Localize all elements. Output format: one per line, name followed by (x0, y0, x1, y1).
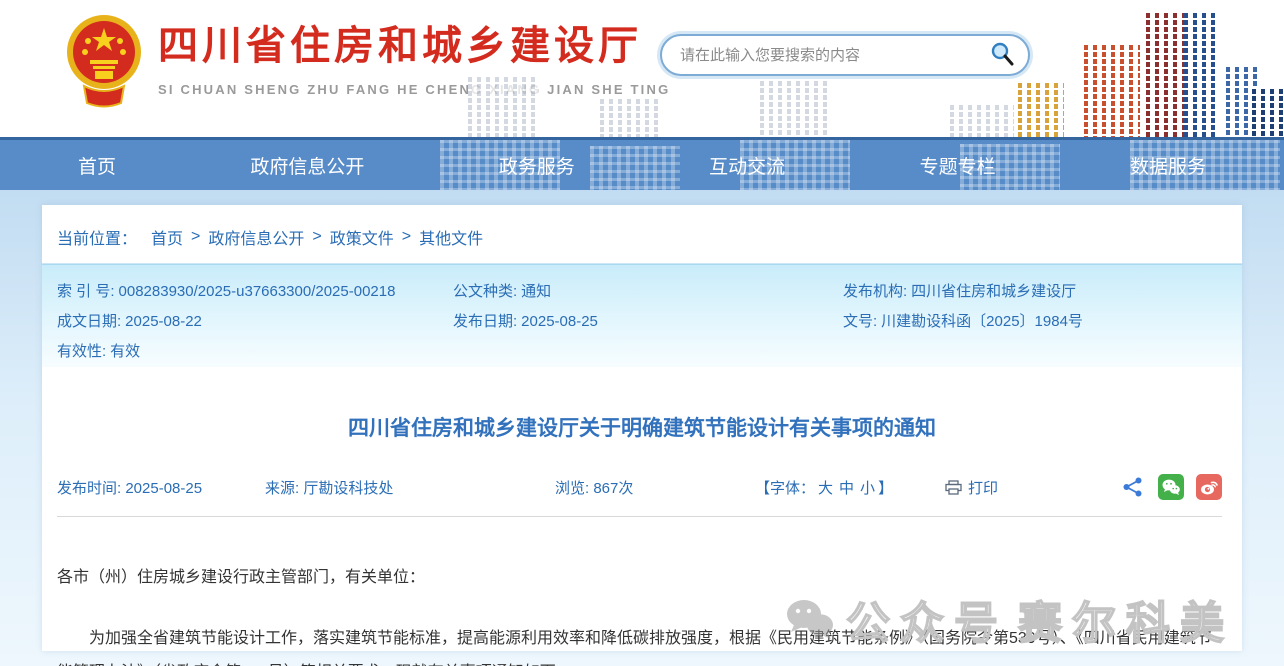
font-size-small[interactable]: 小 (860, 480, 875, 497)
breadcrumb: 当前位置： 首页 > 政府信息公开 > 政策文件 > 其他文件 (42, 205, 1242, 264)
building-graphic (760, 79, 832, 137)
font-size-large[interactable]: 大 (818, 480, 833, 497)
breadcrumb-separator: > (191, 228, 200, 246)
wechat-icon (1161, 478, 1181, 496)
view-count: 浏览: 867次 (555, 477, 755, 498)
search-box (660, 34, 1030, 76)
building-graphic (1084, 43, 1140, 137)
weibo-icon (1199, 478, 1219, 496)
magnifier-icon (989, 41, 1015, 67)
nav-item-interaction[interactable]: 互动交流 (709, 152, 785, 179)
page: 四川省住房和城乡建设厅 SI CHUAN SHENG ZHU FANG HE C… (0, 0, 1284, 666)
document-info-table: 索 引 号:008283930/2025-u37663300/2025-0021… (42, 264, 1242, 367)
site-title-block: 四川省住房和城乡建设厅 SI CHUAN SHENG ZHU FANG HE C… (158, 22, 670, 97)
site-header: 四川省住房和城乡建设厅 SI CHUAN SHENG ZHU FANG HE C… (0, 0, 1284, 137)
breadcrumb-item-policy-docs[interactable]: 政策文件 (330, 225, 394, 249)
article-paragraph: 为加强全省建筑节能设计工作，落实建筑节能标准，提高能源利用效率和降低碳排放强度，… (57, 622, 1224, 666)
article-title: 四川省住房和城乡建设厅关于明确建筑节能设计有关事项的通知 (42, 412, 1242, 442)
print-label: 打印 (968, 477, 998, 498)
building-graphic (1252, 87, 1284, 137)
article-body: 各市（州）住房城乡建设行政主管部门，有关单位： 为加强全省建筑节能设计工作，落实… (42, 561, 1242, 666)
doc-date-written: 成文日期:2025-08-22 (57, 310, 453, 331)
breadcrumb-item-other-docs[interactable]: 其他文件 (419, 225, 483, 249)
publish-time: 发布时间: 2025-08-25 (57, 477, 265, 498)
building-graphic (950, 103, 1014, 137)
breadcrumb-item-home[interactable]: 首页 (151, 225, 183, 249)
building-graphic (590, 146, 680, 190)
main-nav: 首页 政府信息公开 政务服务 互动交流 专题专栏 数据服务 (0, 137, 1284, 190)
national-emblem-logo (64, 8, 144, 108)
site-subtitle: SI CHUAN SHENG ZHU FANG HE CHENG XIANG J… (158, 82, 670, 97)
building-graphic (600, 97, 660, 137)
nav-item-data-services[interactable]: 数据服务 (1130, 152, 1206, 179)
breadcrumb-separator: > (402, 228, 411, 246)
doc-publisher: 发布机构:四川省住房和城乡建设厅 (843, 280, 1227, 301)
breadcrumb-separator: > (312, 228, 321, 246)
site-title: 四川省住房和城乡建设厅 (158, 22, 670, 70)
doc-date-published: 发布日期:2025-08-25 (453, 310, 843, 331)
share-nodes-button[interactable] (1120, 474, 1146, 500)
share-bar (1120, 474, 1222, 500)
building-graphic (1184, 11, 1220, 137)
doc-type: 公文种类:通知 (453, 280, 843, 301)
printer-icon (945, 480, 962, 495)
doc-validity: 有效性:有效 (57, 340, 453, 361)
article-source: 来源: 厅勘设科技处 (265, 477, 555, 498)
nav-item-services[interactable]: 政务服务 (499, 152, 575, 179)
breadcrumb-item-gov-info[interactable]: 政府信息公开 (208, 225, 304, 249)
search-button[interactable] (988, 41, 1016, 69)
font-size-control: 【字体：大中小】 (755, 477, 945, 498)
weibo-share-button[interactable] (1196, 474, 1222, 500)
article-salutation: 各市（州）住房城乡建设行政主管部门，有关单位： (57, 561, 1224, 595)
share-nodes-icon (1122, 476, 1144, 498)
building-graphic (1018, 81, 1064, 137)
search-input[interactable] (680, 47, 988, 64)
font-size-medium[interactable]: 中 (839, 480, 854, 497)
content-panel: 当前位置： 首页 > 政府信息公开 > 政策文件 > 其他文件 索 引 号:00… (42, 205, 1242, 651)
nav-item-home[interactable]: 首页 (78, 152, 116, 179)
building-graphic (468, 75, 538, 137)
building-graphic (1146, 11, 1184, 137)
breadcrumb-location-label: 当前位置： (57, 225, 137, 249)
nav-item-gov-info[interactable]: 政府信息公开 (250, 152, 364, 179)
print-button[interactable]: 打印 (945, 477, 998, 498)
article-meta-bar: 发布时间: 2025-08-25 来源: 厅勘设科技处 浏览: 867次 【字体… (57, 474, 1222, 517)
doc-index-number: 索 引 号:008283930/2025-u37663300/2025-0021… (57, 280, 453, 301)
nav-item-special-topics[interactable]: 专题专栏 (920, 152, 996, 179)
doc-number: 文号:川建勘设科函〔2025〕1984号 (843, 310, 1227, 331)
wechat-share-button[interactable] (1158, 474, 1184, 500)
